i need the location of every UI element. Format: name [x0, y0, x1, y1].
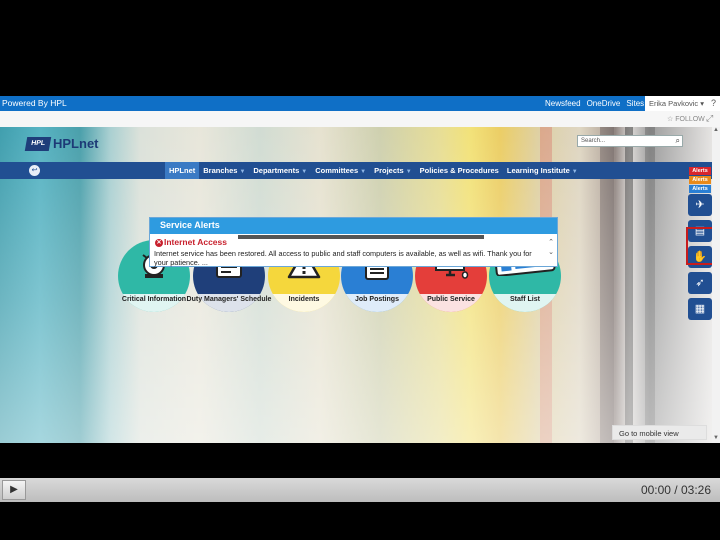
- logo-mark: HPL: [24, 136, 52, 151]
- alert-badge[interactable]: Alerts: [689, 176, 711, 184]
- paper-plane-icon[interactable]: ➶: [688, 272, 712, 294]
- top-nav: ↩ HPLnet Branches ▼ Departments ▼ Committe…: [0, 162, 712, 179]
- nav-item-learning-institute[interactable]: Learning Institute ▼: [503, 162, 582, 179]
- nav-item-projects[interactable]: Projects ▼: [370, 162, 416, 179]
- site-logo[interactable]: HPL HPLnet: [24, 136, 99, 151]
- video-frame: Powered By HPL Newsfeed OneDrive Sites E…: [0, 0, 720, 540]
- nav-item-hplnet[interactable]: HPLnet: [165, 162, 200, 179]
- back-arrow-icon[interactable]: ↩: [29, 165, 40, 176]
- sub-bar: ☆ FOLLOW ⤢: [0, 111, 720, 127]
- ticket-icon[interactable]: ▦: [688, 298, 712, 320]
- nav-item-committees[interactable]: Committees ▼: [311, 162, 370, 179]
- focus-icon[interactable]: ⤢: [706, 113, 713, 124]
- caret-down-icon: ▼: [239, 169, 246, 175]
- alerts-progress-bar: [238, 235, 484, 239]
- suite-brand: Powered By HPL: [2, 98, 67, 108]
- nav-item-policies[interactable]: Policies & Procedures: [416, 162, 503, 179]
- play-icon: ▶: [10, 484, 18, 495]
- bird-icon[interactable]: ✈: [688, 194, 712, 216]
- caret-down-icon: ▼: [405, 169, 412, 175]
- newsfeed-link[interactable]: Newsfeed: [545, 99, 581, 108]
- page-content: HPL HPLnet Search... ⌕ ↩ HPLnet Branches…: [0, 127, 712, 443]
- page-scrollbar[interactable]: ▲ ▼: [712, 127, 720, 443]
- search-placeholder: Search...: [581, 138, 606, 144]
- tile-label: Staff List: [510, 296, 540, 303]
- search-icon[interactable]: ⌕: [676, 136, 680, 146]
- caret-down-icon: ▼: [360, 169, 367, 175]
- alert-title[interactable]: ✕ Internet Access: [155, 237, 227, 247]
- alert-body: Internet service has been restored. All …: [154, 249, 532, 267]
- follow-button[interactable]: ☆ FOLLOW: [667, 115, 705, 123]
- service-alerts-header: Service Alerts: [150, 218, 557, 234]
- error-icon: ✕: [155, 239, 163, 247]
- nav-item-departments[interactable]: Departments ▼: [249, 162, 311, 179]
- sites-link[interactable]: Sites: [626, 99, 644, 108]
- highlight-box: [686, 227, 712, 265]
- caret-down-icon: ▼: [301, 169, 308, 175]
- help-icon[interactable]: ?: [707, 96, 720, 111]
- alert-badge[interactable]: Alerts: [689, 167, 711, 175]
- scroll-down-icon[interactable]: ▼: [712, 435, 720, 441]
- alerts-scrollbar[interactable]: ⌃ ⌄: [547, 238, 555, 258]
- caret-down-icon: ▼: [571, 169, 578, 175]
- video-player-bar: ▶ 00:00 / 03:26: [0, 478, 720, 502]
- suite-links: Newsfeed OneDrive Sites: [545, 99, 644, 108]
- logo-text: HPLnet: [53, 136, 99, 151]
- playback-time: 00:00 / 03:26: [640, 483, 711, 497]
- mobile-view-link[interactable]: Go to mobile view: [612, 425, 707, 440]
- nav-item-branches[interactable]: Branches ▼: [199, 162, 249, 179]
- play-button[interactable]: ▶: [2, 480, 26, 500]
- onedrive-link[interactable]: OneDrive: [587, 99, 621, 108]
- scroll-up-icon[interactable]: ▲: [712, 127, 720, 133]
- alert-badges: Alerts Alerts Alerts: [689, 167, 711, 194]
- user-menu[interactable]: Erika Pavkovic ▾: [645, 96, 709, 111]
- search-input[interactable]: Search... ⌕: [577, 135, 683, 147]
- service-alerts-panel: Service Alerts ✕ Internet Access Internet…: [149, 217, 558, 267]
- alert-badge[interactable]: Alerts: [689, 185, 711, 193]
- suite-bar: Powered By HPL Newsfeed OneDrive Sites E…: [0, 96, 720, 111]
